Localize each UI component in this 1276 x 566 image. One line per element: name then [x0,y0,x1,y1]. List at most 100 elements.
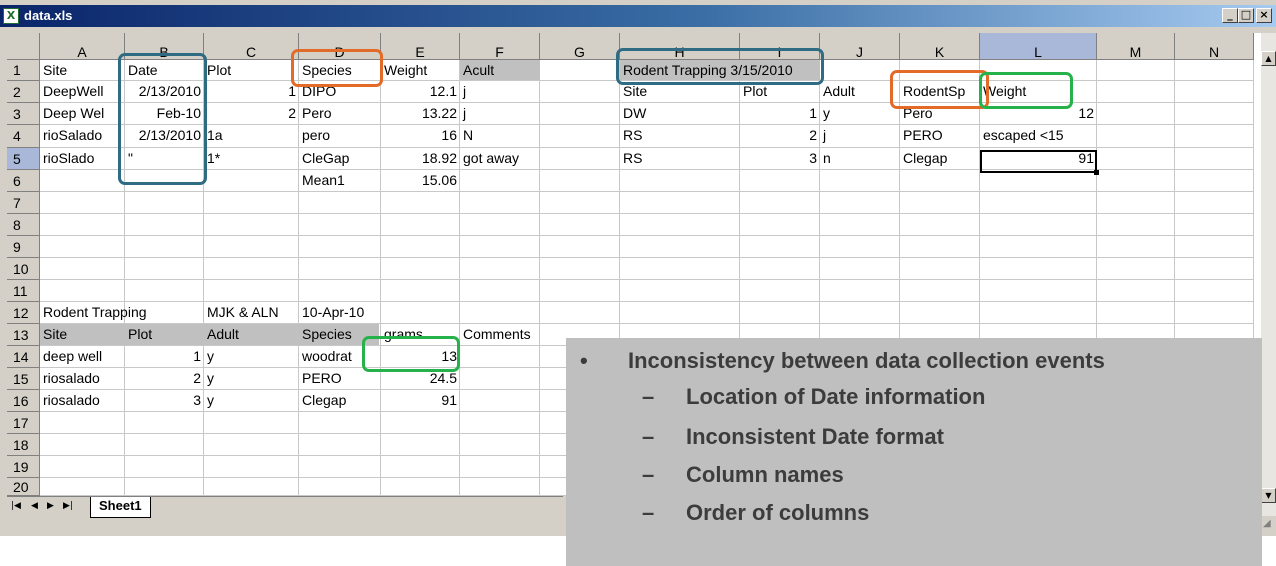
row-header-9[interactable]: 9 [7,236,40,258]
cell-A13[interactable]: Site [40,325,125,343]
cell-D6[interactable]: Mean1 [299,171,381,189]
row-header-20[interactable]: 20 [7,478,40,496]
sheet-tab-sheet1[interactable]: Sheet1 [90,497,151,518]
cell-F5[interactable]: got away [460,149,540,167]
prev-sheet-icon[interactable]: ◀ [31,501,38,511]
cell-I5[interactable]: 3 [740,149,820,167]
row-header-10[interactable]: 10 [7,258,40,280]
row-header-2[interactable]: 2 [7,81,40,103]
cell-B15[interactable]: 2 [125,369,204,387]
column-header-label-K[interactable]: K [900,33,980,60]
last-sheet-icon[interactable]: ▶| [63,501,73,511]
cell-E16[interactable]: 91 [381,391,460,409]
cell-A2[interactable]: DeepWell [40,82,125,100]
cell-E5[interactable]: 18.92 [381,149,460,167]
column-header-label-A[interactable]: A [40,33,125,60]
cell-A16[interactable]: riosalado [40,391,125,409]
cell-A14[interactable]: deep well [40,347,125,365]
cell-C14[interactable]: y [204,347,299,365]
cell-C4[interactable]: 1a [204,126,299,144]
column-header-label-L[interactable]: L [980,33,1097,60]
cell-K4[interactable]: PERO [900,126,980,144]
cell-E4[interactable]: 16 [381,126,460,144]
row-header-7[interactable]: 7 [7,192,40,214]
cell-A5[interactable]: rioSlado [40,149,125,167]
cell-D16[interactable]: Clegap [299,391,381,409]
select-all-corner[interactable] [7,33,40,60]
column-header-label-J[interactable]: J [820,33,900,60]
cell-J3[interactable]: y [820,104,900,122]
cell-I3[interactable]: 1 [740,104,820,122]
row-header-1[interactable]: 1 [7,60,40,81]
first-sheet-icon[interactable]: |◀ [11,501,21,511]
column-header-label-E[interactable]: E [381,33,460,60]
row-header-17[interactable]: 17 [7,412,40,434]
column-header-label-M[interactable]: M [1097,33,1175,60]
cell-F13[interactable]: Comments [460,325,540,343]
cell-A1[interactable]: Site [40,61,125,79]
cell-C3[interactable]: 2 [204,104,299,122]
fill-handle[interactable] [1094,170,1099,175]
cell-C1[interactable]: Plot [204,61,299,79]
cell-H5[interactable]: RS [620,149,740,167]
cell-J5[interactable]: n [820,149,900,167]
row-header-8[interactable]: 8 [7,214,40,236]
cell-B16[interactable]: 3 [125,391,204,409]
cell-B14[interactable]: 1 [125,347,204,365]
row-header-3[interactable]: 3 [7,103,40,125]
cell-B13[interactable]: Plot [125,325,204,343]
cell-I4[interactable]: 2 [740,126,820,144]
cell-C16[interactable]: y [204,391,299,409]
cell-E3[interactable]: 13.22 [381,104,460,122]
excel-app-icon[interactable]: X [3,8,19,24]
cell-F1[interactable]: Acult [460,61,540,79]
column-header-label-F[interactable]: F [460,33,540,60]
cell-A12[interactable]: Rodent Trapping [40,303,147,321]
cell-D12[interactable]: 10-Apr-10 [299,303,381,321]
cell-E2[interactable]: 12.1 [381,82,460,100]
column-header-label-N[interactable]: N [1175,33,1254,60]
title-bar[interactable]: X data.xls _ □ × [0,5,1276,27]
cell-K5[interactable]: Clegap [900,149,980,167]
cell-C15[interactable]: y [204,369,299,387]
cell-C12[interactable]: MJK & ALN [204,303,299,321]
row-header-12[interactable]: 12 [7,302,40,324]
next-sheet-icon[interactable]: ▶ [47,501,54,511]
cell-E6[interactable]: 15.06 [381,171,460,189]
cell-L4[interactable]: escaped <15 [980,126,1097,144]
cell-A15[interactable]: riosalado [40,369,125,387]
cell-H4[interactable]: RS [620,126,740,144]
scroll-up-icon[interactable]: ▲ [1261,51,1276,66]
cell-A3[interactable]: Deep Wel [40,104,125,122]
minimize-icon[interactable]: _ [1222,8,1238,23]
cell-J2[interactable]: Adult [820,82,900,100]
cell-C2[interactable]: 1 [204,82,299,100]
row-header-6[interactable]: 6 [7,170,40,192]
cell-J4[interactable]: j [820,126,900,144]
row-header-19[interactable]: 19 [7,456,40,478]
cell-A4[interactable]: rioSalado [40,126,125,144]
cell-C5[interactable]: 1* [204,149,299,167]
cell-F3[interactable]: j [460,104,540,122]
cell-D3[interactable]: Pero [299,104,381,122]
row-header-15[interactable]: 15 [7,368,40,390]
cell-H3[interactable]: DW [620,104,740,122]
cell-F2[interactable]: j [460,82,540,100]
row-header-5[interactable]: 5 [7,148,40,170]
resize-grip-icon[interactable]: ◢ [1263,518,1271,529]
maximize-icon[interactable]: □ [1238,8,1254,23]
cell-D4[interactable]: pero [299,126,381,144]
row-header-14[interactable]: 14 [7,346,40,368]
cell-C13[interactable]: Adult [204,325,299,343]
column-header-label-G[interactable]: G [540,33,620,60]
cell-D5[interactable]: CleGap [299,149,381,167]
cell-E1[interactable]: Weight [381,61,460,79]
row-header-13[interactable]: 13 [7,324,40,346]
vertical-scrollbar[interactable] [1261,33,1276,516]
scroll-down-icon[interactable]: ▼ [1261,488,1276,503]
row-header-11[interactable]: 11 [7,280,40,302]
close-icon[interactable]: × [1256,8,1272,23]
row-header-16[interactable]: 16 [7,390,40,412]
row-header-4[interactable]: 4 [7,125,40,148]
row-header-18[interactable]: 18 [7,434,40,456]
